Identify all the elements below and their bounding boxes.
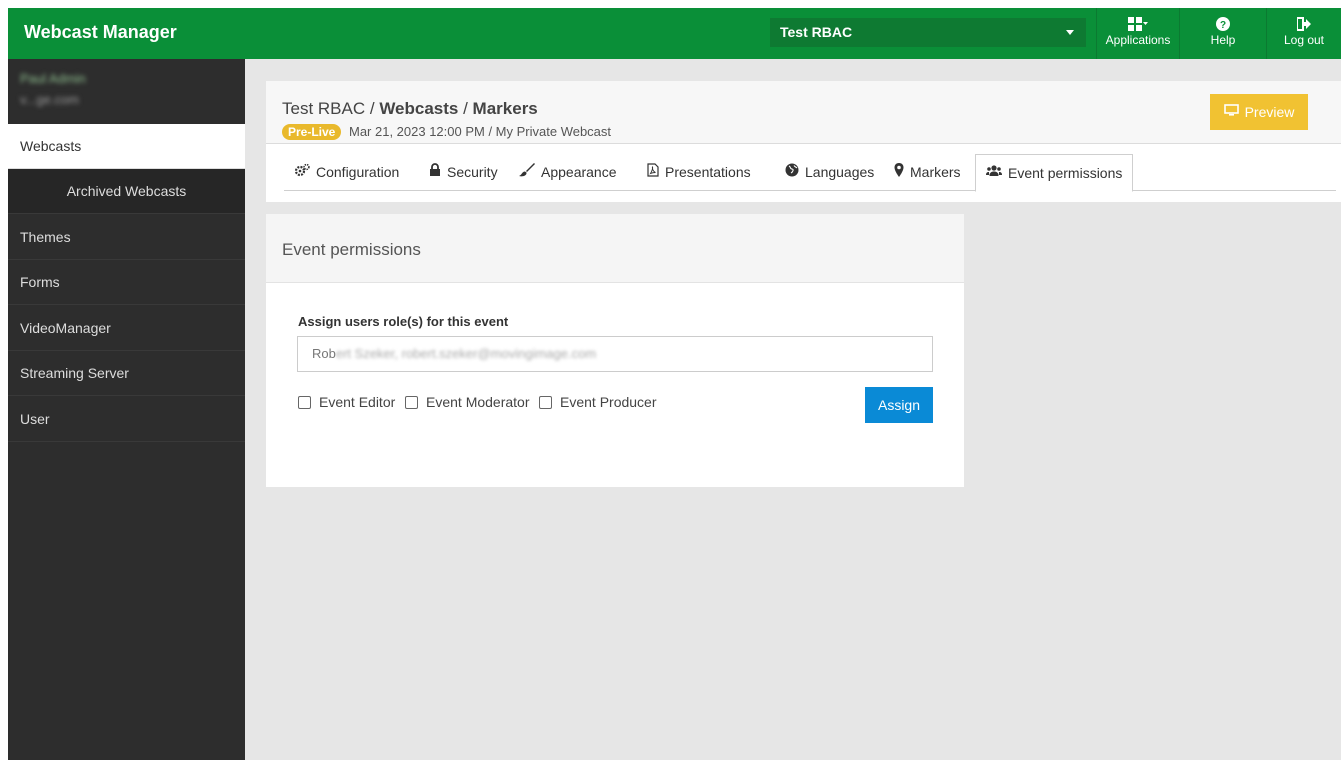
map-marker-icon bbox=[894, 154, 904, 190]
sidebar-item-label: User bbox=[20, 411, 50, 427]
lock-icon bbox=[429, 154, 441, 190]
tab-security[interactable]: Security bbox=[429, 154, 498, 190]
tab-label: Appearance bbox=[541, 164, 617, 180]
preview-button[interactable]: Preview bbox=[1210, 94, 1308, 130]
tab-label: Languages bbox=[805, 164, 875, 180]
event-permissions-panel: Event permissions Assign users role(s) f… bbox=[266, 214, 964, 487]
tab-underline bbox=[284, 190, 1336, 191]
panel-header: Event permissions bbox=[266, 214, 964, 283]
role-checkbox-event-producer[interactable]: Event Producer bbox=[539, 394, 657, 410]
tab-markers[interactable]: Markers bbox=[894, 154, 961, 190]
sidebar-item-videomanager[interactable]: VideoManager bbox=[8, 306, 245, 351]
tab-languages[interactable]: Languages bbox=[785, 154, 874, 190]
status-badge: Pre-Live bbox=[282, 124, 342, 140]
sidebar-item-user[interactable]: User bbox=[8, 397, 245, 442]
preview-label: Preview bbox=[1244, 104, 1295, 120]
help-button[interactable]: ? Help bbox=[1180, 8, 1266, 59]
sidebar-item-label: Themes bbox=[20, 229, 71, 245]
role-checkbox-event-editor[interactable]: Event Editor bbox=[298, 394, 395, 410]
tab-label: Configuration bbox=[316, 164, 400, 180]
checkbox[interactable] bbox=[539, 395, 552, 409]
sidebar-item-archived-webcasts[interactable]: Archived Webcasts bbox=[8, 169, 245, 214]
assign-roles-label: Assign users role(s) for this event bbox=[298, 314, 509, 329]
tab-label: Markers bbox=[910, 164, 961, 180]
tab-event-permissions[interactable]: Event permissions bbox=[975, 154, 1134, 192]
breadcrumb-root[interactable]: Test RBAC bbox=[282, 99, 365, 118]
user-email: v...ge.com bbox=[20, 92, 80, 107]
checkbox[interactable] bbox=[298, 395, 311, 409]
user-info: Paul Admin v...ge.com bbox=[8, 59, 245, 123]
role-checkbox-event-moderator[interactable]: Event Moderator bbox=[405, 394, 530, 410]
page-header: Test RBAC / Webcasts / Markers Pre-Live … bbox=[266, 81, 1341, 144]
sidebar-item-label: Streaming Server bbox=[20, 365, 129, 381]
sidebar-item-themes[interactable]: Themes bbox=[8, 215, 245, 260]
grid-icon bbox=[1097, 17, 1179, 31]
sidebar-item-label: Webcasts bbox=[20, 138, 82, 154]
context-select-value: Test RBAC bbox=[780, 24, 853, 40]
sidebar-item-label: VideoManager bbox=[20, 320, 111, 336]
applications-button[interactable]: Applications bbox=[1097, 8, 1179, 59]
breadcrumb-separator: / bbox=[365, 99, 380, 118]
breadcrumb-webcasts[interactable]: Webcasts bbox=[379, 99, 458, 118]
logout-label: Log out bbox=[1283, 33, 1325, 47]
logout-button[interactable]: Log out bbox=[1267, 8, 1341, 59]
sidebar-item-streaming-server[interactable]: Streaming Server bbox=[8, 351, 245, 396]
help-icon: ? bbox=[1180, 17, 1266, 31]
user-input-blurred: ert Szeker, robert.szeker@movingimage.co… bbox=[335, 346, 597, 361]
user-input-visible: Rob bbox=[312, 346, 336, 361]
tab-appearance[interactable]: Appearance bbox=[519, 154, 617, 190]
sidebar: Paul Admin v...ge.com Webcasts Archived … bbox=[8, 59, 245, 760]
checkbox[interactable] bbox=[405, 395, 418, 409]
tab-bar: Configuration Security Appearance Presen… bbox=[266, 144, 1341, 202]
tab-label: Security bbox=[447, 164, 498, 180]
sign-out-icon bbox=[1267, 17, 1341, 31]
role-label: Event Producer bbox=[560, 394, 657, 410]
role-label: Event Editor bbox=[319, 394, 396, 410]
users-icon bbox=[986, 155, 1002, 191]
app-frame: Webcast Manager Test RBAC Applications ? bbox=[8, 8, 1341, 760]
tab-label: Presentations bbox=[665, 164, 751, 180]
app-title: Webcast Manager bbox=[24, 22, 177, 42]
tab-label: Event permissions bbox=[1008, 165, 1123, 181]
pdf-file-icon bbox=[647, 154, 659, 190]
top-bar: Webcast Manager Test RBAC Applications ? bbox=[8, 8, 1341, 59]
brush-icon bbox=[519, 154, 535, 190]
sidebar-item-webcasts[interactable]: Webcasts bbox=[8, 124, 245, 169]
assign-button[interactable]: Assign bbox=[865, 387, 933, 423]
user-name: Paul Admin bbox=[20, 71, 86, 86]
sidebar-item-forms[interactable]: Forms bbox=[8, 260, 245, 305]
tab-presentations[interactable]: Presentations bbox=[647, 154, 751, 190]
sidebar-item-label: Archived Webcasts bbox=[66, 183, 187, 199]
webcast-meta-text: Mar 21, 2023 12:00 PM / My Private Webca… bbox=[348, 124, 612, 139]
breadcrumb-current: Markers bbox=[472, 99, 538, 118]
breadcrumb: Test RBAC / Webcasts / Markers bbox=[282, 99, 538, 119]
breadcrumb-separator: / bbox=[458, 99, 473, 118]
tab-configuration[interactable]: Configuration bbox=[294, 154, 399, 190]
monitor-icon bbox=[1223, 104, 1239, 120]
applications-label: Applications bbox=[1105, 33, 1171, 47]
cogs-icon bbox=[294, 154, 310, 190]
user-input-value: Robert Szeker, robert.szeker@movingimage… bbox=[312, 346, 596, 361]
panel-title: Event permissions bbox=[282, 240, 421, 259]
globe-icon bbox=[785, 154, 799, 190]
webcast-meta: Pre-Live Mar 21, 2023 12:00 PM / My Priv… bbox=[282, 124, 611, 140]
sidebar-item-label: Forms bbox=[20, 274, 60, 290]
svg-text:?: ? bbox=[1220, 20, 1226, 31]
caret-down-icon bbox=[1066, 30, 1074, 35]
role-label: Event Moderator bbox=[426, 394, 530, 410]
context-select[interactable]: Test RBAC bbox=[770, 18, 1086, 47]
help-label: Help bbox=[1210, 33, 1236, 47]
